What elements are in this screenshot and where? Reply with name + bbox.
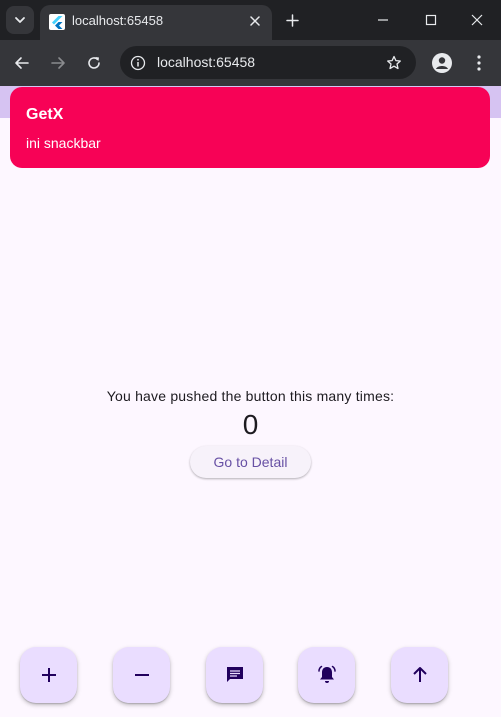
- arrow-up-icon: [412, 667, 427, 682]
- site-info-button[interactable]: [129, 54, 147, 72]
- profile-button[interactable]: [431, 52, 453, 74]
- tab-strip: localhost:65458: [0, 0, 501, 40]
- increment-fab[interactable]: [20, 647, 77, 703]
- tab-search-button[interactable]: [6, 6, 34, 34]
- address-bar[interactable]: localhost:65458: [120, 46, 416, 79]
- arrow-left-icon: [15, 57, 29, 69]
- minus-icon: [134, 674, 149, 676]
- chat-icon: [226, 667, 243, 682]
- snackbar-title: GetX: [26, 106, 64, 123]
- flutter-icon: [49, 14, 65, 30]
- star-icon: [387, 55, 401, 70]
- reload-button[interactable]: [81, 50, 107, 76]
- counter-label: You have pushed the button this many tim…: [106, 388, 395, 404]
- snackbar[interactable]: GetX ini snackbar: [10, 87, 490, 168]
- info-icon: [130, 55, 146, 71]
- decrement-fab[interactable]: [113, 647, 170, 703]
- notification-bell-icon: [317, 665, 336, 683]
- maximize-icon: [425, 14, 437, 26]
- browser-toolbar: localhost:65458: [0, 40, 501, 86]
- back-button[interactable]: [9, 50, 35, 76]
- tab-close-button[interactable]: [246, 12, 264, 30]
- close-icon: [471, 14, 483, 26]
- tab-title: localhost:65458: [72, 13, 164, 28]
- plus-icon: [285, 13, 299, 27]
- browser-menu-button[interactable]: [469, 52, 489, 74]
- scroll-up-fab[interactable]: [391, 647, 448, 703]
- snackbar-message: ini snackbar: [26, 135, 101, 151]
- browser-tab[interactable]: localhost:65458: [40, 5, 272, 40]
- minimize-button[interactable]: [368, 6, 398, 34]
- page-viewport: GetX ini snackbar You have pushed the bu…: [0, 86, 501, 717]
- arrow-right-icon: [51, 57, 65, 69]
- counter-value: 0: [242, 409, 259, 440]
- window-close-button[interactable]: [462, 6, 492, 34]
- address-url[interactable]: localhost:65458: [157, 54, 255, 70]
- maximize-button[interactable]: [416, 6, 446, 34]
- minimize-icon: [378, 19, 388, 21]
- message-fab[interactable]: [206, 647, 263, 703]
- forward-button[interactable]: [45, 50, 71, 76]
- bookmark-button[interactable]: [384, 53, 404, 73]
- alarm-fab[interactable]: [298, 647, 355, 703]
- counter-section: You have pushed the button this many tim…: [0, 388, 501, 478]
- go-to-detail-button[interactable]: Go to Detail: [190, 446, 311, 478]
- reload-icon: [88, 57, 100, 69]
- account-icon: [432, 53, 452, 73]
- more-vertical-icon: [477, 55, 481, 71]
- chevron-down-icon: [15, 17, 25, 23]
- new-tab-button[interactable]: [280, 8, 304, 32]
- plus-icon: [41, 668, 56, 682]
- close-icon: [250, 16, 260, 26]
